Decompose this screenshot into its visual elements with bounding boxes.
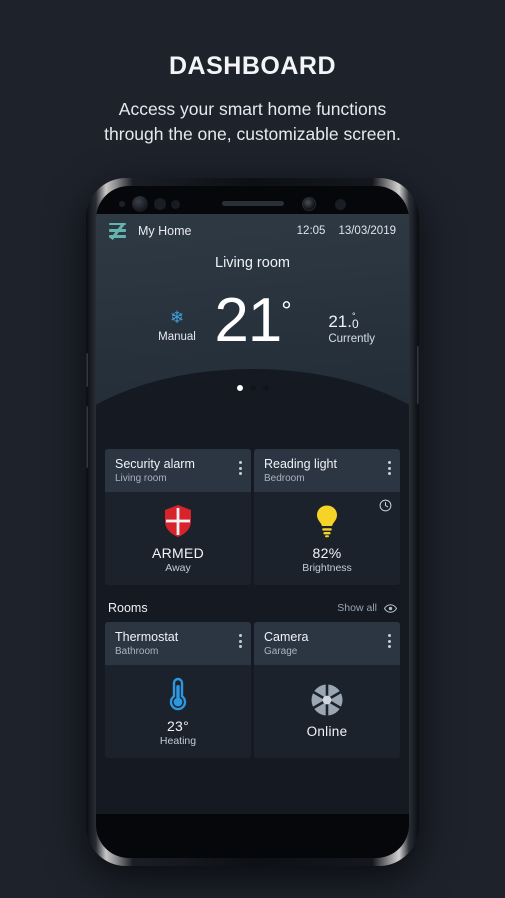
card-value: Online bbox=[306, 724, 348, 739]
section-header-rooms: Rooms Show all bbox=[96, 594, 409, 622]
light-sensor-icon bbox=[154, 198, 166, 210]
app-bar-status: 12:05 13/03/2019 bbox=[297, 225, 396, 237]
card-subtitle: Bathroom bbox=[115, 646, 159, 657]
hero-degree-symbol: ° bbox=[281, 295, 291, 326]
card-value: 23° bbox=[166, 717, 190, 734]
card-thermostat[interactable]: Thermostat Bathroom 23° Heating bbox=[105, 622, 251, 758]
hero-panel: My Home 12:05 13/03/2019 Living room ❄ M… bbox=[96, 214, 409, 489]
page-subtitle-line1: Access your smart home functions bbox=[118, 99, 387, 119]
kebab-menu-icon[interactable] bbox=[388, 461, 391, 478]
eye-icon[interactable] bbox=[384, 602, 397, 615]
card-value: 82% bbox=[312, 544, 342, 561]
card-security-alarm[interactable]: Security alarm Living room ARMED Away bbox=[105, 449, 251, 585]
sensor-dot-icon bbox=[335, 199, 346, 210]
card-camera[interactable]: Camera Garage Online bbox=[254, 622, 400, 758]
iris-scanner-icon bbox=[132, 196, 148, 212]
app-screen: My Home 12:05 13/03/2019 Living room ❄ M… bbox=[96, 214, 409, 814]
card-header: Camera Garage bbox=[254, 622, 400, 665]
proximity-sensor-icon bbox=[119, 201, 125, 207]
card-subtitle: Garage bbox=[264, 646, 298, 657]
cards-rooms: Thermostat Bathroom 23° Heating Camera G… bbox=[96, 622, 409, 758]
card-body: Online bbox=[254, 665, 400, 758]
card-title: Thermostat bbox=[115, 630, 179, 644]
card-title: Reading light bbox=[264, 457, 337, 471]
hero-current-temperature: 21. ° 0 Currently bbox=[328, 311, 375, 345]
menu-logo-icon[interactable] bbox=[109, 223, 126, 240]
volume-buttons[interactable] bbox=[86, 406, 88, 468]
camera-aperture-icon bbox=[310, 683, 344, 717]
card-subtitle: Bedroom bbox=[264, 473, 305, 484]
page-indicator[interactable] bbox=[96, 385, 409, 391]
card-subtitle: Living room bbox=[115, 473, 167, 484]
show-all-rooms-label[interactable]: Show all bbox=[337, 602, 377, 614]
hero-current-value-row: 21. ° 0 bbox=[328, 311, 375, 332]
hero-current-value: 21. bbox=[328, 312, 352, 331]
page-title: DASHBOARD bbox=[169, 52, 336, 80]
status-time: 12:05 bbox=[296, 224, 326, 237]
hero-current-decimal: 0 bbox=[351, 317, 359, 331]
page-root: DASHBOARD Access your smart home functio… bbox=[0, 0, 505, 898]
card-body: 23° Heating bbox=[105, 665, 251, 758]
power-button[interactable] bbox=[417, 346, 419, 404]
thermometer-icon bbox=[168, 677, 188, 711]
shield-icon bbox=[163, 504, 193, 538]
app-bar-title: My Home bbox=[138, 223, 192, 238]
card-body: 82% Brightness bbox=[254, 492, 400, 585]
card-caption: Brightness bbox=[302, 561, 352, 574]
hero-current-label: Currently bbox=[328, 333, 375, 345]
led-indicator-icon bbox=[171, 200, 180, 209]
front-camera-icon bbox=[302, 197, 316, 211]
hero-room-name: Living room bbox=[215, 255, 290, 271]
hero-mode-label: Manual bbox=[158, 331, 196, 343]
card-header: Reading light Bedroom bbox=[254, 449, 400, 492]
phone-sensor-row bbox=[96, 195, 409, 213]
earpiece-speaker-icon bbox=[221, 201, 284, 206]
card-title: Camera bbox=[264, 630, 309, 644]
phone-screen-bezel: My Home 12:05 13/03/2019 Living room ❄ M… bbox=[96, 186, 409, 858]
bixby-button[interactable] bbox=[86, 353, 88, 387]
section-actions-rooms[interactable]: Show all bbox=[337, 602, 397, 615]
card-header: Security alarm Living room bbox=[105, 449, 251, 492]
kebab-menu-icon[interactable] bbox=[388, 634, 391, 651]
hero-current-degree-stack: ° 0 bbox=[351, 311, 360, 331]
card-value: ARMED bbox=[151, 544, 205, 561]
page-subtitle: Access your smart home functions through… bbox=[0, 97, 505, 147]
lightbulb-icon bbox=[314, 504, 340, 538]
page-dot-3[interactable] bbox=[262, 385, 269, 391]
hero-target-temperature: 21° bbox=[214, 290, 291, 352]
card-title: Security alarm bbox=[115, 457, 195, 471]
section-title-rooms: Rooms bbox=[108, 601, 148, 615]
card-header: Thermostat Bathroom bbox=[105, 622, 251, 665]
card-body: ARMED Away bbox=[105, 492, 251, 585]
snowflake-icon: ❄ bbox=[169, 308, 185, 327]
page-dot-1[interactable] bbox=[236, 385, 243, 391]
card-caption: Heating bbox=[159, 734, 197, 747]
kebab-menu-icon[interactable] bbox=[239, 461, 242, 478]
kebab-menu-icon[interactable] bbox=[239, 634, 242, 651]
card-reading-light[interactable]: Reading light Bedroom 82% Brightness bbox=[254, 449, 400, 585]
hero-temperature-row: ❄ Manual 21° 21. ° 0 Currently bbox=[96, 273, 409, 352]
hero-target-value: 21 bbox=[214, 286, 282, 356]
clock-icon bbox=[379, 499, 392, 512]
hero-mode[interactable]: ❄ Manual bbox=[144, 309, 210, 343]
marketing-header: DASHBOARD Access your smart home functio… bbox=[0, 0, 505, 147]
phone-device: My Home 12:05 13/03/2019 Living room ❄ M… bbox=[86, 178, 419, 866]
status-date: 13/03/2019 bbox=[338, 224, 396, 237]
card-caption: Away bbox=[165, 561, 191, 574]
page-dot-2[interactable] bbox=[249, 385, 256, 391]
page-subtitle-line2: through the one, customizable screen. bbox=[104, 124, 401, 144]
app-bar: My Home 12:05 13/03/2019 bbox=[96, 214, 409, 240]
